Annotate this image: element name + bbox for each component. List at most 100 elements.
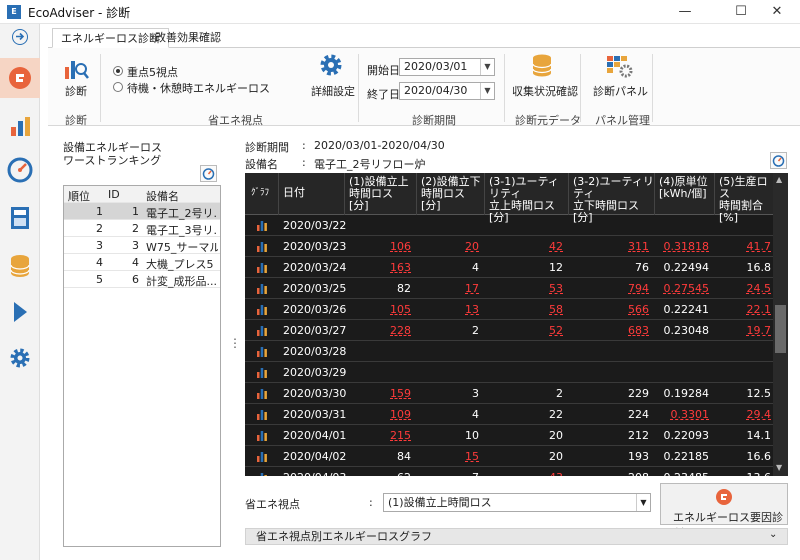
database-icon: [10, 255, 30, 277]
row-graph-icon[interactable]: [256, 387, 268, 399]
value-cell: 62: [345, 471, 411, 476]
end-date-value: 2020/04/30: [404, 84, 468, 97]
energy-view-value: (1)設備立上時間ロス: [388, 496, 492, 509]
date-cell: 2020/03/26: [283, 303, 347, 316]
grid-row[interactable]: 2020/03/27 228 2 52 683 0.23048 19.7: [245, 320, 775, 341]
diagnose-group-label: 診断: [65, 114, 87, 127]
nav-play[interactable]: [0, 292, 40, 332]
start-date-dropdown[interactable]: ▼: [480, 59, 494, 75]
header-line: (3-1)ユーティリティ: [489, 175, 559, 200]
grid-row[interactable]: 2020/03/24 163 4 12 76 0.22494 16.8: [245, 257, 775, 278]
grid-gauge-button[interactable]: [770, 152, 787, 169]
row-graph-icon[interactable]: [256, 345, 268, 357]
close-button[interactable]: ✕: [754, 0, 800, 24]
grid-row[interactable]: 2020/04/0362 7 43 208 0.23485 13.6: [245, 467, 775, 476]
grid-row[interactable]: 2020/03/29: [245, 362, 775, 383]
ranking-row[interactable]: 2 2 電子工_3号リ...: [64, 220, 220, 237]
row-graph-icon[interactable]: [256, 303, 268, 315]
value-cell: 4: [472, 261, 479, 274]
end-date-dropdown[interactable]: ▼: [480, 83, 494, 99]
grid-row[interactable]: 2020/03/30 159 3 2 229 0.19284 12.5: [245, 383, 775, 404]
row-graph-icon[interactable]: [256, 471, 268, 476]
rank-cell: 5: [96, 273, 103, 286]
row-graph-icon[interactable]: [256, 219, 268, 231]
nav-energy-loss[interactable]: [0, 58, 40, 98]
chevron-down-icon[interactable]: ⌄: [769, 529, 777, 540]
value-cell: 105: [390, 303, 411, 316]
ranking-row[interactable]: 3 3 W75_サーマル...: [64, 237, 220, 254]
cause-diagnosis-button[interactable]: エネルギーロス要因診断: [660, 483, 788, 540]
name-cell: W75_サーマル...: [146, 241, 218, 254]
row-graph-icon[interactable]: [256, 408, 268, 420]
energy-view-select[interactable]: (1)設備立上時間ロス: [383, 493, 651, 512]
value-cell: 12: [549, 261, 563, 274]
value-cell: 43: [485, 471, 563, 476]
ribbon-separator: [100, 54, 101, 122]
row-graph-icon[interactable]: [256, 429, 268, 441]
radio-icon: [113, 82, 123, 92]
ranking-row[interactable]: 4 4 大機_プレス5: [64, 254, 220, 271]
bar-chart-icon: [11, 117, 30, 136]
grid-row[interactable]: 2020/03/28: [245, 341, 775, 362]
value-cell: 82: [397, 282, 411, 295]
detail-settings-button[interactable]: [318, 52, 344, 81]
value-cell: 215: [390, 429, 411, 442]
row-graph-icon[interactable]: [256, 261, 268, 273]
scroll-down-arrow[interactable]: ▼: [776, 463, 782, 472]
collect-status-button[interactable]: [531, 53, 553, 82]
energy-loss-graph-bar[interactable]: 省エネ視点別エネルギーロスグラフ: [245, 528, 788, 545]
ranking-row[interactable]: 1 1 電子工_2号リ...: [64, 203, 220, 220]
grid-row[interactable]: 2020/03/23 106 20 42 311 0.31818 41.7: [245, 236, 775, 257]
period-value: 2020/03/01-2020/04/30: [314, 139, 445, 152]
grid-row[interactable]: 2020/04/02 84 15 20 193 0.22185 16.6: [245, 446, 775, 467]
scroll-up-arrow[interactable]: ▲: [776, 175, 782, 184]
value-cell: 0.22494: [663, 261, 710, 274]
grid-scrollbar[interactable]: ▲ ▼: [773, 173, 788, 476]
diagnose-button[interactable]: [63, 55, 89, 84]
grid-header: ｸﾞﾗﾌ 日付 (1)設備立上 時間ロス [分] (2)設備立下 時間ロス [分] (3…: [245, 173, 775, 224]
value-cell: 193: [628, 450, 649, 463]
header-date: 日付: [279, 173, 345, 215]
grid-row[interactable]: 2020/03/31 109 4 22 224 0.3301 29.4: [245, 404, 775, 425]
energy-view-dropdown[interactable]: ▼: [636, 494, 650, 511]
value-cell: 0.19284: [663, 387, 710, 400]
equipment-label: 設備名: [245, 158, 278, 171]
tab-improvement-check[interactable]: 改善効果確認: [147, 28, 229, 48]
app-logo-icon: E: [7, 5, 21, 19]
row-graph-icon[interactable]: [256, 366, 268, 378]
nav-chart[interactable]: [0, 106, 40, 146]
nav-calculator[interactable]: [0, 198, 40, 238]
grid-row[interactable]: 2020/03/25 82 17 53 794 0.27545 24.5: [245, 278, 775, 299]
grid-row[interactable]: 2020/04/01 215 10 20 212 0.22093 14.1: [245, 425, 775, 446]
value-cell: 16.8: [746, 261, 772, 274]
value-cell: 159: [390, 387, 411, 400]
ranking-row[interactable]: 5 6 計変_成形品...: [64, 271, 220, 288]
grid-row[interactable]: 2020/03/22: [245, 215, 775, 236]
nav-settings[interactable]: [0, 338, 40, 378]
name-cell: 電子工_3号リ...: [146, 224, 218, 237]
row-graph-icon[interactable]: [256, 324, 268, 336]
window-title: EcoAdviser - 診断: [28, 6, 131, 20]
id-cell: 2: [132, 222, 139, 235]
nav-gauge[interactable]: [0, 150, 40, 190]
value-cell: 19.7: [746, 324, 772, 337]
diagnosis-panel-button[interactable]: [605, 53, 633, 82]
value-cell: 212: [628, 429, 649, 442]
end-date-label: 終了日: [367, 88, 400, 101]
nav-database[interactable]: [0, 246, 40, 286]
row-graph-icon[interactable]: [256, 282, 268, 294]
minimize-button[interactable]: —: [662, 0, 708, 24]
ranking-gauge-button[interactable]: [200, 165, 217, 182]
value-cell: 52: [549, 324, 563, 337]
splitter-handle[interactable]: ⋮: [229, 336, 241, 350]
row-graph-icon[interactable]: [256, 450, 268, 462]
row-graph-icon[interactable]: [256, 240, 268, 252]
radio-focus-5[interactable]: [113, 66, 123, 79]
radio-standby-loss[interactable]: [113, 82, 123, 95]
date-cell: 2020/03/31: [283, 408, 347, 421]
date-cell: 2020/03/28: [283, 345, 347, 358]
header-production-loss: (5)生産ロス 時間割合 [%]: [715, 173, 775, 224]
scroll-thumb[interactable]: [775, 305, 786, 353]
collapse-nav-button[interactable]: [12, 29, 28, 45]
grid-row[interactable]: 2020/03/26 105 13 58 566 0.22241 22.1: [245, 299, 775, 320]
